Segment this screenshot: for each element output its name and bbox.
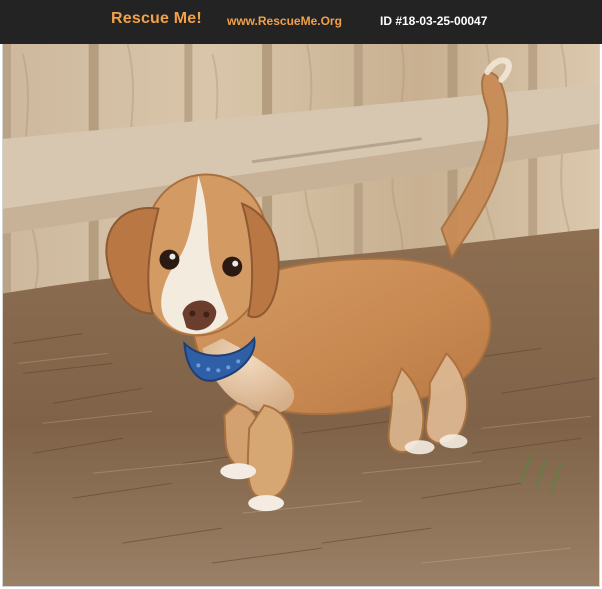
rescue-card: Rescue Me! www.RescueMe.Org ID #18-03-25… <box>0 0 602 589</box>
dog-photo <box>2 44 600 587</box>
dog-photo-scene <box>3 44 599 586</box>
header-bar: Rescue Me! www.RescueMe.Org ID #18-03-25… <box>0 0 602 44</box>
site-url[interactable]: www.RescueMe.Org <box>227 14 342 28</box>
pet-id: ID #18-03-25-00047 <box>380 14 488 28</box>
brand-title: Rescue Me! <box>111 10 202 27</box>
